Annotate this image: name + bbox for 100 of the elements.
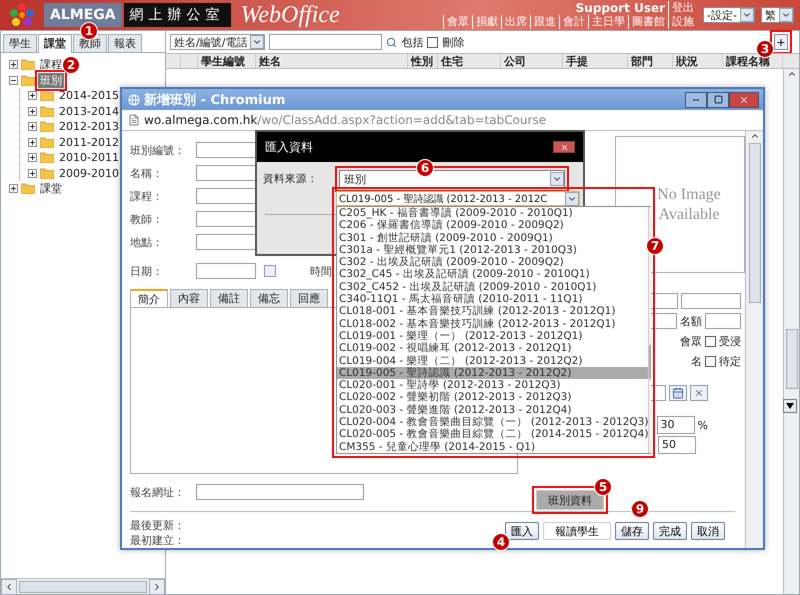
expand-icon[interactable]	[9, 60, 18, 70]
checkbox[interactable]	[705, 356, 716, 367]
site-title: 網上辦公室	[124, 3, 231, 27]
dropdown-option[interactable]: C302 - 出埃及記研讀 (2009-2010 - 2009Q2)	[337, 256, 648, 268]
input-field[interactable]: 30	[656, 416, 695, 434]
settings-select[interactable]: -設定-	[703, 7, 755, 23]
folder-icon	[40, 152, 54, 164]
nav-link[interactable]: 設施	[668, 15, 698, 29]
dialog-title: 匯入資料	[265, 138, 313, 156]
class-select[interactable]: CL019-005 - 聖詩認識 (2012-2013 - 2012C	[336, 191, 580, 206]
dropdown-option[interactable]: CL019-005 - 聖詩認識 (2012-2013 - 2012Q2)	[337, 366, 648, 380]
triangle-icon	[786, 403, 794, 409]
tab[interactable]: 回應	[290, 288, 328, 308]
action-button[interactable]: 取消	[691, 522, 725, 540]
search-icon[interactable]	[386, 36, 398, 48]
scrollbar-thumb[interactable]	[786, 329, 798, 389]
address-bar[interactable]: wo.almega.com.hk/wo/ClassAdd.aspx?action=add&tab=tabCourse	[122, 110, 763, 131]
close-button[interactable]	[729, 92, 759, 108]
vertical-scrollbar[interactable]	[745, 131, 763, 548]
delete-checkbox[interactable]	[427, 36, 438, 48]
tab[interactable]: 備忘	[250, 288, 288, 308]
expand-icon[interactable]	[9, 184, 18, 194]
dropdown-option[interactable]: CL020-005 - 教會音樂曲目綜覽（二） (2014-2015 - 2012Q4)	[337, 428, 648, 441]
dropdown-option[interactable]: C302_C452 - 出埃及記研讀 (2009-2010 - 2010Q1)	[337, 280, 648, 294]
input-field[interactable]	[196, 484, 364, 500]
action-button[interactable]: 報讀學生	[543, 522, 611, 540]
scrollbar-thumb[interactable]	[19, 580, 147, 592]
input-field[interactable]	[196, 263, 256, 279]
checkbox[interactable]	[705, 336, 716, 347]
column-header[interactable]: 姓名	[256, 54, 408, 68]
expand-icon[interactable]	[28, 153, 37, 162]
nav-link[interactable]: 主日學	[588, 15, 628, 29]
language-select[interactable]: 繁	[761, 7, 794, 23]
expand-icon[interactable]	[28, 138, 37, 147]
collapse-icon[interactable]	[9, 76, 18, 85]
include-label: 包括	[401, 34, 424, 50]
tab[interactable]: 內容	[170, 288, 208, 308]
vertical-scrollbar[interactable]	[648, 207, 652, 453]
input-field[interactable]	[196, 142, 256, 158]
placeholder-text: No Image	[657, 184, 721, 204]
input-field[interactable]	[196, 234, 256, 250]
input-field[interactable]	[196, 188, 256, 204]
logout-link[interactable]: 登出	[668, 1, 698, 15]
column-header[interactable]: 部門	[628, 54, 673, 68]
vertical-scrollbar[interactable]	[783, 69, 799, 594]
calendar-button[interactable]	[669, 385, 687, 402]
expand-icon[interactable]	[28, 122, 37, 132]
tab[interactable]: 學生	[3, 34, 37, 52]
maximize-icon	[714, 95, 722, 104]
search-by-select[interactable]: 姓名/編號/電話	[170, 34, 266, 50]
column-header[interactable]: 性別	[408, 54, 438, 68]
scrollbar-thumb[interactable]	[748, 143, 760, 303]
close-button[interactable]	[553, 141, 575, 153]
action-button[interactable]: 匯入	[505, 522, 539, 540]
brand-label: ALMEGA	[44, 3, 122, 27]
tab[interactable]: 備註	[210, 288, 248, 308]
column-header[interactable]: 公司	[501, 54, 563, 68]
tree-item[interactable]: 課堂	[38, 181, 64, 196]
horizontal-scrollbar[interactable]	[1, 578, 165, 594]
field-label: 地點：	[130, 234, 164, 250]
minimize-button[interactable]	[685, 92, 707, 108]
tree-item[interactable]: 2014-2015	[57, 89, 121, 102]
tree-item[interactable]: 2011-2012	[57, 136, 121, 149]
nav-link[interactable]: 圖書館	[628, 15, 668, 29]
percent-label: %	[698, 418, 708, 432]
input-field[interactable]	[681, 293, 741, 310]
picker-button[interactable]	[264, 265, 276, 277]
tab[interactable]: 簡介	[130, 288, 168, 308]
dropdown-button[interactable]	[783, 399, 797, 413]
input-field[interactable]	[705, 313, 741, 330]
tree-item[interactable]: 2013-2014	[57, 104, 121, 118]
tree-item[interactable]: 班別	[38, 72, 64, 88]
field-label: 名	[691, 354, 702, 369]
scrollbar-thumb[interactable]	[649, 345, 652, 379]
tab[interactable]: 報表	[108, 34, 142, 52]
clear-button[interactable]	[690, 385, 708, 402]
input-field[interactable]: 50	[658, 436, 696, 454]
tab[interactable]: 課堂	[38, 34, 72, 53]
expand-icon[interactable]	[28, 106, 37, 116]
tab[interactable]: 教師	[73, 34, 107, 52]
dropdown-option[interactable]: C205_HK - 福音書導讀 (2009-2010 - 2010Q1)	[337, 207, 648, 220]
maximize-button[interactable]	[707, 92, 729, 108]
input-field[interactable]	[196, 211, 256, 227]
tree-item[interactable]: 課程	[38, 57, 64, 72]
dropdown-option[interactable]: C301 - 創世記研讀 (2009-2010 - 2009Q1)	[337, 232, 648, 244]
action-button[interactable]: 完成	[653, 522, 687, 540]
column-header[interactable]: 手提	[563, 54, 628, 68]
column-header[interactable]: 狀況	[673, 54, 723, 68]
column-header[interactable]: 住宅	[438, 54, 501, 68]
search-field[interactable]	[269, 34, 382, 50]
menu-item[interactable]: 班別資料	[537, 491, 603, 509]
input-field[interactable]	[196, 165, 256, 181]
expand-icon[interactable]	[28, 168, 37, 178]
tree-item[interactable]: 2010-2011	[57, 151, 121, 164]
action-button[interactable]: 儲存	[615, 522, 649, 540]
tree-item[interactable]: 2009-2010	[57, 166, 121, 180]
column-header[interactable]: 學生編號	[198, 54, 256, 68]
expand-icon[interactable]	[28, 91, 37, 100]
dropdown-option[interactable]: CL020-004 - 教會音樂曲目綜覽（一） (2012-2013 - 2012Q3)	[337, 416, 648, 428]
tree-item[interactable]: 2012-2013	[57, 120, 121, 134]
